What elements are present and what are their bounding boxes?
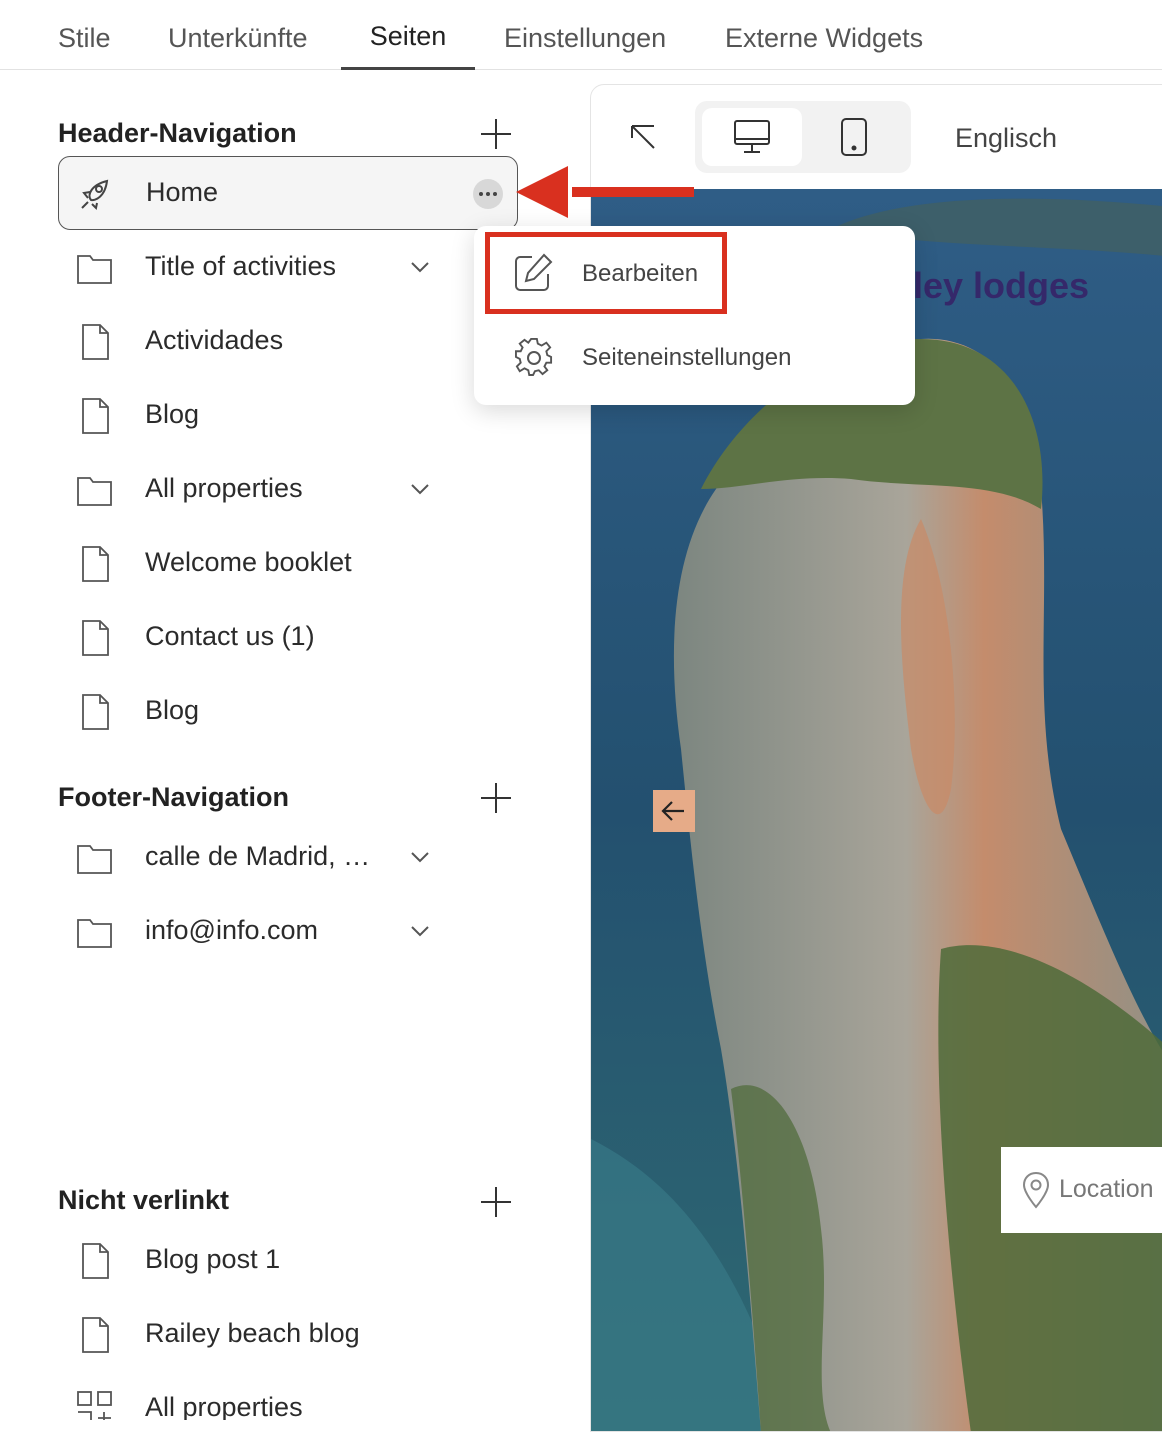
gear-icon xyxy=(515,338,553,376)
folder-icon xyxy=(77,255,112,284)
mobile-icon xyxy=(841,118,867,156)
rocket-icon xyxy=(81,179,109,211)
annotation-highlight-box xyxy=(485,232,727,314)
footer-navigation-title: Footer-Navigation xyxy=(58,782,290,812)
nav-item-contact-us[interactable]: Contact us (1) xyxy=(58,601,518,673)
nav-item-label: Home xyxy=(146,177,219,207)
chevron-down-icon[interactable] xyxy=(408,845,432,869)
location-pin-icon xyxy=(1022,1171,1050,1209)
chevron-down-icon[interactable] xyxy=(408,255,432,279)
nav-item-label: All properties xyxy=(145,1392,303,1420)
nav-item-label: calle de Madrid, … xyxy=(145,841,371,871)
menu-item-page-settings[interactable]: Seiteneinstellungen xyxy=(474,322,915,392)
tab-seiten[interactable]: Seiten xyxy=(341,0,475,70)
collapse-arrow-icon[interactable] xyxy=(629,123,657,151)
add-footer-page-button[interactable] xyxy=(480,782,512,814)
page-icon xyxy=(82,620,109,656)
nav-item-blog-2[interactable]: Blog xyxy=(58,675,518,747)
nav-item-actividades[interactable]: Actividades xyxy=(58,305,518,377)
desktop-view-button[interactable] xyxy=(702,108,802,166)
nav-item-label: Welcome booklet xyxy=(145,547,352,577)
top-tab-bar: Stile Unterkünfte Seiten Einstellungen E… xyxy=(0,0,1162,70)
nav-item-label: All properties xyxy=(145,473,303,503)
nav-item-all-properties-unlinked[interactable]: All properties xyxy=(58,1372,518,1420)
location-search-field[interactable]: Location xyxy=(1001,1147,1162,1233)
tab-unterkuenfte[interactable]: Unterkünfte xyxy=(168,0,308,70)
nav-item-blog[interactable]: Blog xyxy=(58,379,518,451)
nav-item-label: Railey beach blog xyxy=(145,1318,360,1348)
grid-icon xyxy=(77,1391,112,1420)
nav-item-all-properties[interactable]: All properties xyxy=(58,453,518,525)
chevron-down-icon[interactable] xyxy=(408,919,432,943)
folder-icon xyxy=(77,919,112,948)
site-title: iley lodges xyxy=(903,265,1090,306)
annotation-arrow-icon xyxy=(516,166,694,218)
nav-item-label: Actividades xyxy=(145,325,284,355)
page-icon xyxy=(82,398,109,434)
page-icon xyxy=(82,324,109,360)
nav-item-label: Blog xyxy=(145,695,200,725)
tab-stile[interactable]: Stile xyxy=(58,0,111,70)
nav-item-label: Blog xyxy=(145,399,200,429)
folder-icon xyxy=(77,845,112,874)
nav-item-label: Blog post 1 xyxy=(145,1244,281,1274)
add-unlinked-page-button[interactable] xyxy=(480,1186,512,1218)
tab-einstellungen[interactable]: Einstellungen xyxy=(504,0,666,70)
nav-item-blog-post-1[interactable]: Blog post 1 xyxy=(58,1224,518,1296)
nav-item-home[interactable]: Home xyxy=(58,156,518,230)
mobile-view-button[interactable] xyxy=(805,108,905,166)
unlinked-title: Nicht verlinkt xyxy=(58,1185,230,1215)
nav-item-label: Title of activities xyxy=(145,251,337,281)
arrow-left-icon xyxy=(661,801,684,821)
chevron-down-icon[interactable] xyxy=(408,477,432,501)
folder-icon xyxy=(77,477,112,506)
header-navigation-title: Header-Navigation xyxy=(58,118,297,148)
slider-prev-button[interactable] xyxy=(653,790,695,832)
device-switcher xyxy=(695,101,911,173)
page-icon xyxy=(82,1317,109,1353)
nav-item-welcome-booklet[interactable]: Welcome booklet xyxy=(58,527,518,599)
desktop-icon xyxy=(734,120,770,153)
page-icon xyxy=(82,694,109,730)
nav-item-label: info@info.com xyxy=(145,915,318,945)
tab-externe-widgets[interactable]: Externe Widgets xyxy=(725,0,923,70)
menu-item-label: Seiteneinstellungen xyxy=(582,344,792,371)
nav-item-email[interactable]: info@info.com xyxy=(58,895,518,967)
nav-item-railey-beach-blog[interactable]: Railey beach blog xyxy=(58,1298,518,1370)
language-selector[interactable]: Englisch xyxy=(955,123,1057,154)
nav-item-address[interactable]: calle de Madrid, … xyxy=(58,821,518,893)
add-header-page-button[interactable] xyxy=(480,118,512,150)
location-label: Location xyxy=(1059,1175,1154,1203)
page-icon xyxy=(82,1243,109,1279)
nav-item-title-of-activities[interactable]: Title of activities xyxy=(58,231,518,303)
more-options-button[interactable] xyxy=(473,179,503,209)
nav-item-label: Contact us (1) xyxy=(145,621,315,651)
page-icon xyxy=(82,546,109,582)
